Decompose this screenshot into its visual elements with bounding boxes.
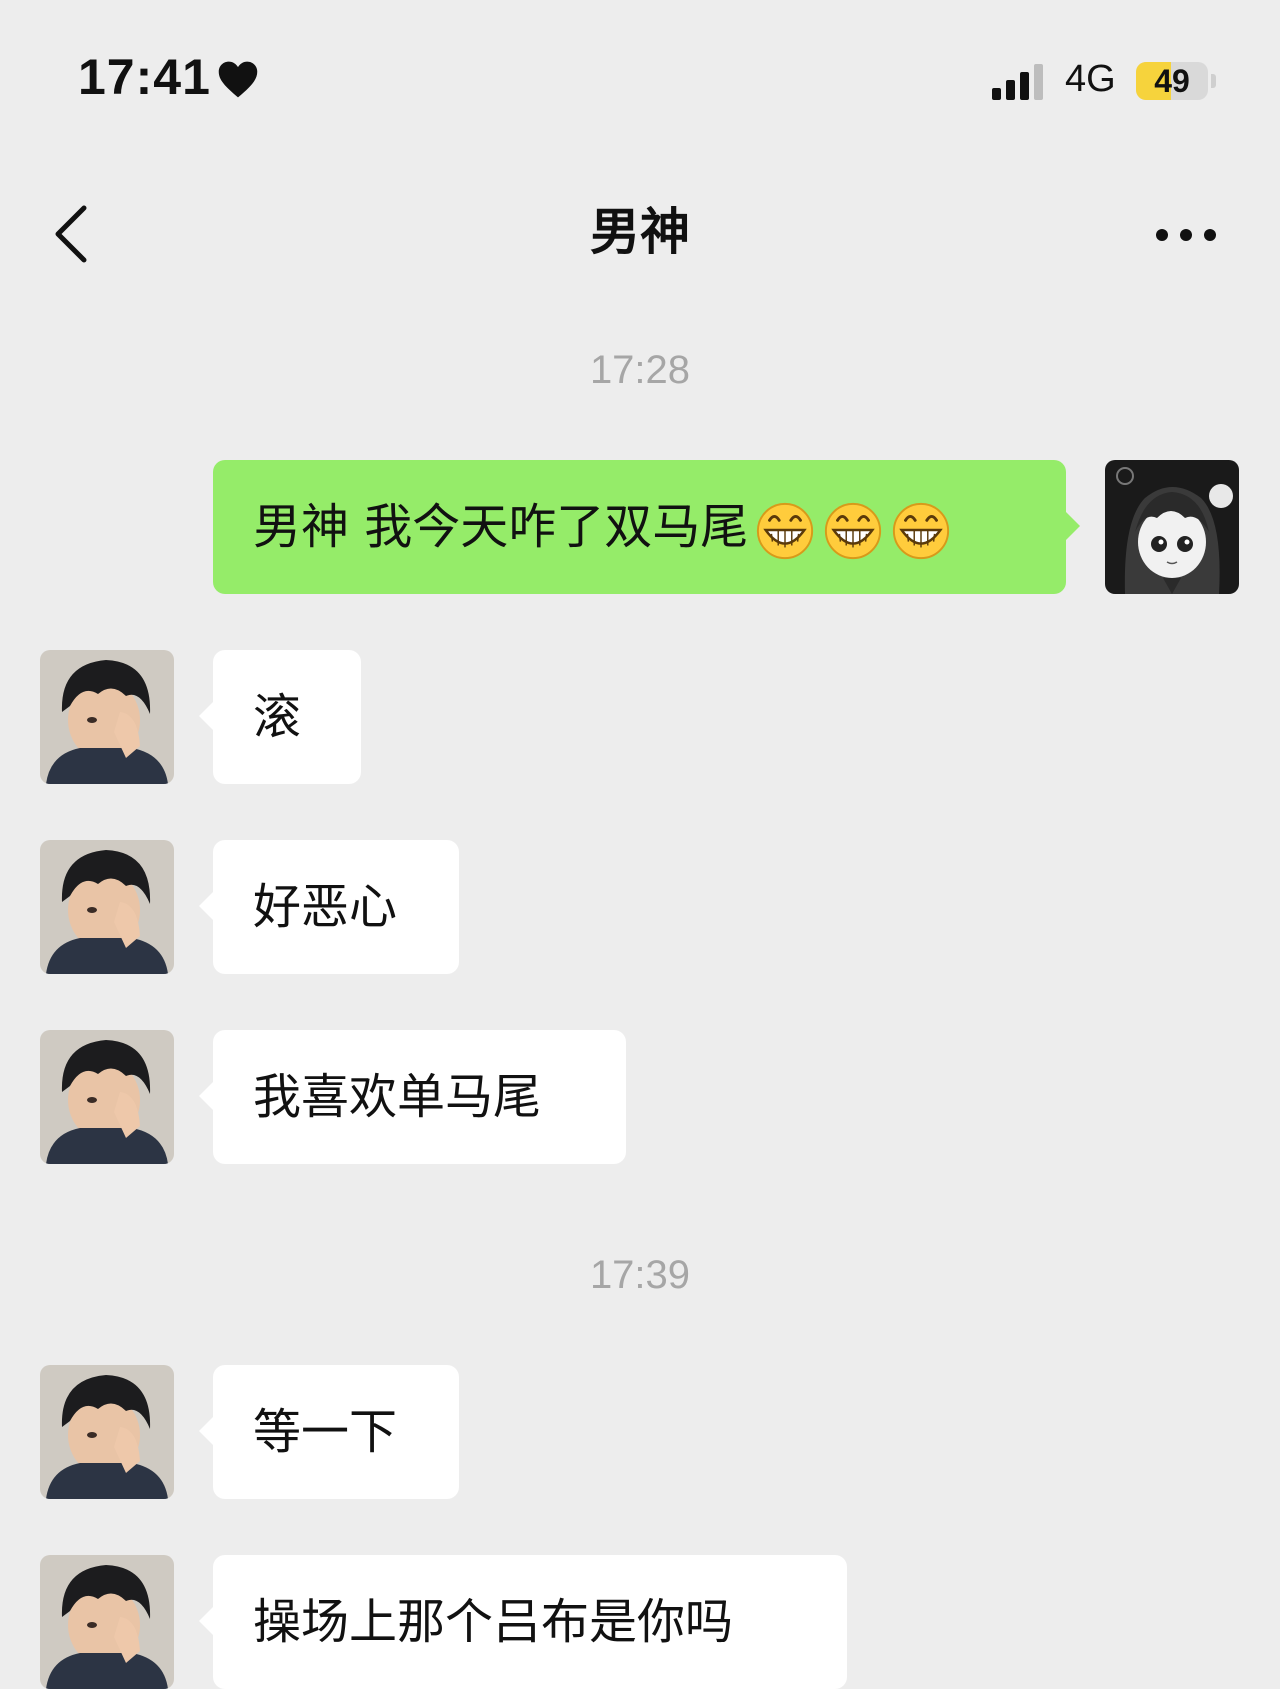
message-text: 我喜欢单马尾 bbox=[253, 1069, 542, 1125]
status-bar: 17:41 4G 49 bbox=[0, 0, 1280, 150]
contact-avatar[interactable] bbox=[40, 840, 174, 974]
outgoing-message[interactable]: 男神 我今天咋了双马尾 bbox=[213, 460, 1080, 594]
incoming-message[interactable]: 等一下 bbox=[199, 1365, 459, 1499]
bubble-tail bbox=[199, 1607, 213, 1635]
contact-avatar[interactable] bbox=[40, 1365, 174, 1499]
contact-avatar[interactable] bbox=[40, 1030, 174, 1164]
message-text: 滚 bbox=[253, 689, 302, 745]
incoming-message[interactable]: 好恶心 bbox=[199, 840, 459, 974]
message-timestamp: 17:28 bbox=[589, 348, 691, 392]
battery-level-text: 49 bbox=[1154, 63, 1190, 99]
grin-emoji-icon bbox=[893, 502, 950, 560]
contact-avatar[interactable] bbox=[40, 650, 174, 784]
bubble-tail bbox=[199, 1082, 213, 1110]
incoming-message[interactable]: 滚 bbox=[199, 650, 361, 784]
network-type: 4G bbox=[1065, 58, 1116, 100]
message-text: 等一下 bbox=[253, 1404, 398, 1460]
bubble-tail bbox=[1066, 512, 1080, 540]
grin-emoji-icon bbox=[825, 502, 882, 560]
bubble-tail bbox=[199, 702, 213, 730]
message-text: 男神 我今天咋了双马尾 bbox=[253, 499, 749, 555]
message-text: 好恶心 bbox=[253, 879, 398, 935]
message-timestamp: 17:39 bbox=[589, 1253, 691, 1297]
message-text: 操场上那个吕布是你吗 bbox=[253, 1594, 734, 1650]
more-dots-icon[interactable] bbox=[1150, 210, 1230, 260]
my-avatar[interactable] bbox=[1105, 460, 1239, 594]
heart-icon bbox=[218, 61, 258, 98]
battery-indicator: 49 bbox=[1136, 62, 1208, 100]
battery-nub bbox=[1211, 74, 1216, 88]
grin-emoji-icon bbox=[757, 502, 814, 560]
incoming-message[interactable]: 我喜欢单马尾 bbox=[199, 1030, 626, 1164]
status-time: 17:41 bbox=[78, 49, 211, 105]
bubble-tail bbox=[199, 1417, 213, 1445]
signal-icon bbox=[992, 64, 1043, 100]
bubble-tail bbox=[199, 892, 213, 920]
chat-nav-bar: 男神 bbox=[0, 170, 1280, 290]
contact-avatar[interactable] bbox=[40, 1555, 174, 1689]
incoming-message[interactable]: 操场上那个吕布是你吗 bbox=[199, 1555, 847, 1689]
chat-title: 男神 bbox=[590, 203, 690, 261]
